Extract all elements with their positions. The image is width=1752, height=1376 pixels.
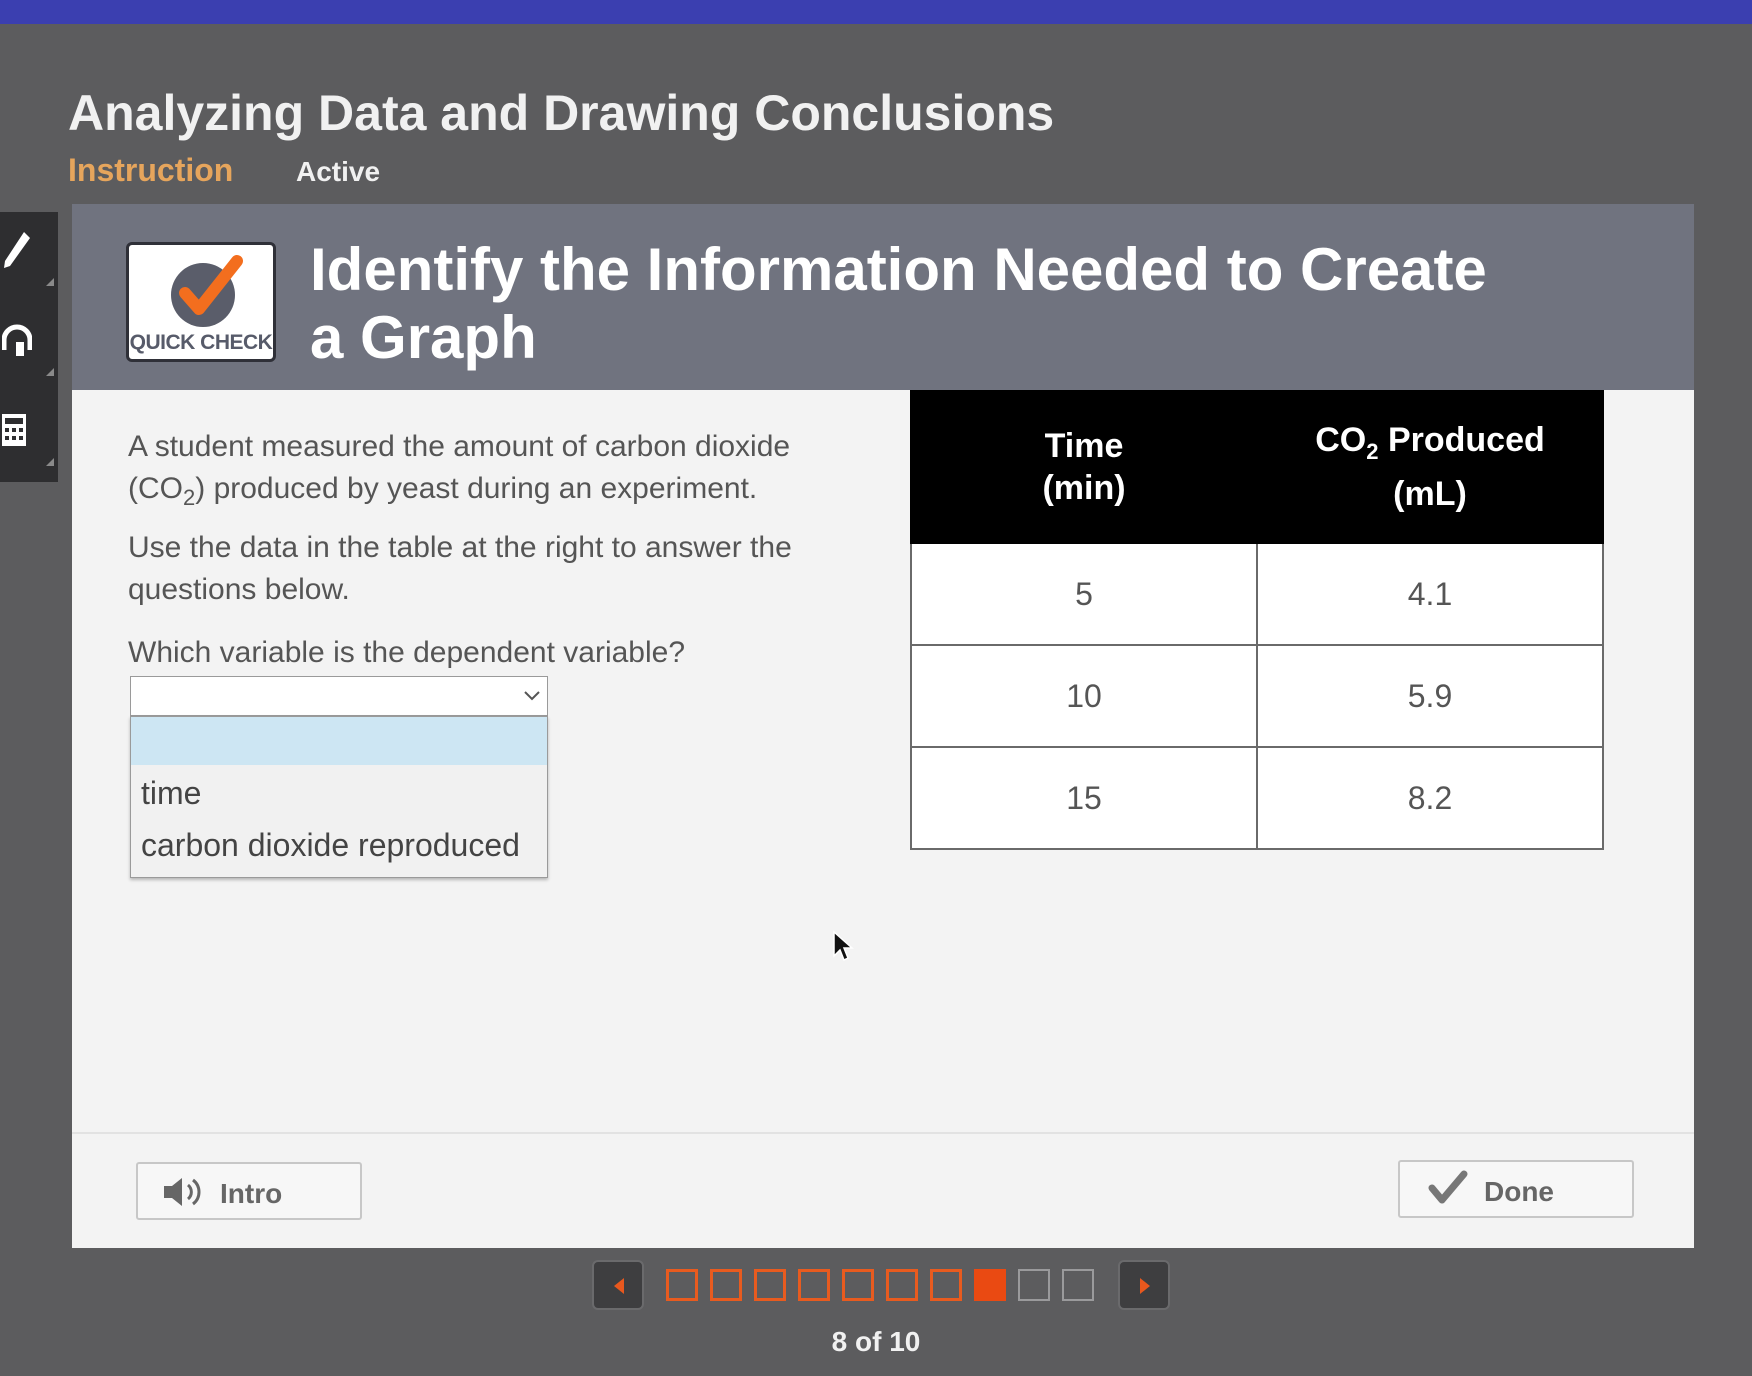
table-row: 10 5.9 [910, 644, 1604, 748]
quick-check-badge: QUICK CHECK [126, 242, 276, 362]
previous-page-button[interactable] [592, 1260, 644, 1310]
intro-button[interactable]: Intro [136, 1162, 362, 1220]
triangle-right-icon [1140, 1278, 1150, 1294]
page-indicator-2[interactable] [710, 1269, 742, 1301]
table-row: 5 4.1 [910, 542, 1604, 646]
page-indicator-6[interactable] [886, 1269, 918, 1301]
page-indicator-9[interactable] [1018, 1269, 1050, 1301]
pencil-icon [4, 232, 30, 268]
page-indicator-10[interactable] [1062, 1269, 1094, 1301]
select-option-time[interactable]: time [131, 775, 547, 812]
prompt-text: A student measured the amount of carbon … [128, 426, 808, 611]
select-dropdown-list: time carbon dioxide reproduced [130, 716, 548, 878]
page-indicator-5[interactable] [842, 1269, 874, 1301]
quick-check-panel: QUICK CHECK Identify the Information Nee… [72, 204, 1694, 1248]
cell-co2: 8.2 [1256, 746, 1604, 850]
tab-instruction[interactable]: Instruction [68, 152, 233, 189]
side-toolbar [0, 212, 58, 482]
calculator-icon [2, 414, 26, 446]
cell-time: 10 [910, 644, 1258, 748]
page-indicator-4[interactable] [798, 1269, 830, 1301]
data-table: Time (min) CO2 Produced (mL) 5 4.1 10 5.9 … [910, 390, 1604, 850]
cell-time: 15 [910, 746, 1258, 850]
next-page-button[interactable] [1118, 1260, 1170, 1310]
question-label: Which variable is the dependent variable… [128, 636, 686, 669]
speaker-icon [164, 1178, 201, 1206]
calculator-tool-button[interactable] [0, 392, 58, 472]
header-time: Time (min) [910, 390, 1258, 544]
done-button[interactable]: Done [1398, 1160, 1634, 1218]
cell-co2: 4.1 [1256, 542, 1604, 646]
intro-label: Intro [220, 1178, 283, 1209]
mouse-cursor-icon [833, 930, 854, 962]
header-co2-produced: CO2 Produced (mL) [1256, 390, 1604, 544]
checkmark-icon [1428, 1170, 1468, 1204]
table-header-row: Time (min) CO2 Produced (mL) [910, 390, 1604, 544]
page-indicator-8-current[interactable] [974, 1269, 1006, 1301]
headphones-icon [2, 324, 32, 356]
page-count: 8 of 10 [831, 1326, 921, 1357]
pencil-tool-button[interactable] [0, 212, 58, 292]
chevron-down-icon [524, 691, 540, 701]
dependent-variable-select[interactable] [130, 676, 548, 716]
select-option-blank[interactable] [131, 717, 547, 765]
browser-top-bar [0, 0, 1752, 24]
panel-header: QUICK CHECK Identify the Information Nee… [72, 204, 1694, 390]
footer-divider [72, 1132, 1694, 1134]
table-row: 15 8.2 [910, 746, 1604, 850]
section-title: Identify the Information Needed to Creat… [310, 236, 1487, 371]
checkmark-icon [171, 255, 243, 327]
cell-co2: 5.9 [1256, 644, 1604, 748]
page-indicator-7[interactable] [930, 1269, 962, 1301]
prompt-paragraph-1: A student measured the amount of carbon … [128, 430, 791, 510]
cell-time: 5 [910, 542, 1258, 646]
tab-active[interactable]: Active [296, 156, 380, 188]
page-indicator-1[interactable] [666, 1269, 698, 1301]
triangle-left-icon [614, 1278, 624, 1294]
done-label: Done [1484, 1176, 1554, 1207]
select-option-carbon-dioxide[interactable]: carbon dioxide reproduced [131, 827, 547, 864]
page-indicator-3[interactable] [754, 1269, 786, 1301]
quick-check-label: QUICK CHECK [129, 331, 273, 354]
headphones-tool-button[interactable] [0, 302, 58, 382]
prompt-paragraph-2: Use the data in the table at the right t… [128, 531, 792, 606]
lesson-title: Analyzing Data and Drawing Conclusions [68, 85, 1055, 141]
